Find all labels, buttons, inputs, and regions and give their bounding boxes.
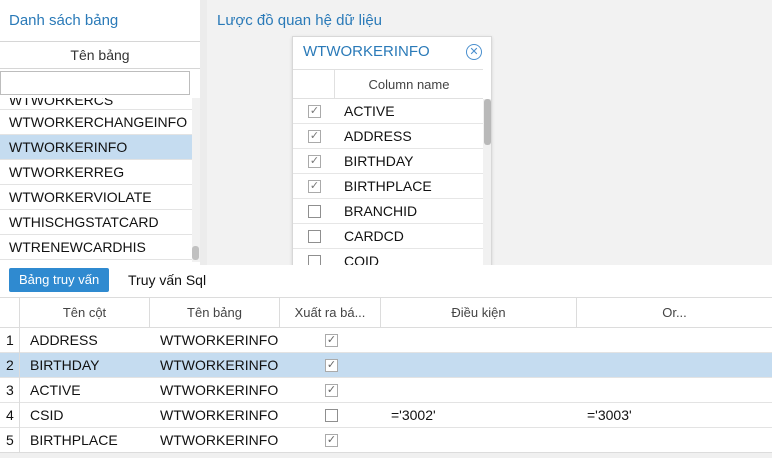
- export-header[interactable]: Xuất ra bá...: [280, 298, 381, 328]
- or-cell[interactable]: [587, 378, 767, 403]
- diagram-title: Lược đồ quan hệ dữ liệu: [217, 12, 383, 29]
- column-cell[interactable]: ACTIVE: [30, 378, 150, 403]
- or-header[interactable]: Or...: [577, 298, 772, 328]
- entity-column-list: ✓ ACTIVE ✓ ADDRESS ✓ BIRTHDAY ✓ BIRTHPLA…: [293, 99, 483, 281]
- entity-column-row: ✓ ACTIVE: [293, 99, 483, 124]
- entity-column-row: ✓ BIRTHPLACE: [293, 174, 483, 199]
- entity-card[interactable]: WTWORKERINFO ✕ Column name ✓ ACTIVE ✓ AD…: [292, 36, 492, 282]
- export-checkbox[interactable]: [325, 409, 338, 422]
- table-list: WTWORKERCS WTWORKERCHANGEINFO WTWORKERIN…: [0, 98, 192, 262]
- column-cell[interactable]: ADDRESS: [30, 328, 150, 353]
- condition-header[interactable]: Điều kiện: [381, 298, 577, 328]
- column-cell[interactable]: BIRTHDAY: [30, 353, 150, 378]
- column-checkbox[interactable]: ✓: [308, 105, 321, 118]
- entity-title: WTWORKERINFO: [303, 43, 430, 60]
- grid-row[interactable]: 5 BIRTHPLACE WTWORKERINFO ✓: [0, 428, 772, 453]
- row-number: 2: [0, 353, 20, 378]
- column-checkbox[interactable]: [308, 230, 321, 243]
- grid-horizontal-scrollbar[interactable]: [0, 452, 772, 458]
- table-list-item[interactable]: WTWORKERREG: [0, 160, 192, 185]
- table-cell[interactable]: WTWORKERINFO: [160, 403, 280, 428]
- table-list-item[interactable]: WTRENEWCARDHIS: [0, 235, 192, 260]
- table-list-item[interactable]: WTWORKERCS: [0, 98, 192, 110]
- column-cell[interactable]: BIRTHPLACE: [30, 428, 150, 453]
- table-name-header[interactable]: Tên bảng: [150, 298, 280, 328]
- table-list-scroll-thumb[interactable]: [192, 246, 199, 260]
- tab-query-sql[interactable]: Truy vấn Sql: [128, 268, 206, 292]
- column-name: BRANCHID: [344, 203, 418, 219]
- column-checkbox[interactable]: ✓: [308, 155, 321, 168]
- entity-scrollbar[interactable]: [483, 99, 491, 281]
- column-name-header: Column name: [368, 77, 450, 92]
- entity-scroll-thumb[interactable]: [484, 99, 491, 145]
- export-checkbox[interactable]: ✓: [325, 434, 338, 447]
- entity-column-row: BRANCHID: [293, 199, 483, 224]
- column-cell[interactable]: CSID: [30, 403, 150, 428]
- or-cell[interactable]: [587, 328, 767, 353]
- column-name: CARDCD: [344, 228, 404, 244]
- table-cell[interactable]: WTWORKERINFO: [160, 353, 280, 378]
- table-list-item[interactable]: WTHISCHGSTATCARD: [0, 210, 192, 235]
- table-list-item[interactable]: WTWORKERCHANGEINFO: [0, 110, 192, 135]
- query-tabs: Bảng truy vấn Truy vấn Sql: [0, 265, 772, 297]
- column-name: BIRTHDAY: [344, 153, 414, 169]
- column-checkbox[interactable]: ✓: [308, 180, 321, 193]
- column-checkbox[interactable]: ✓: [308, 130, 321, 143]
- column-name: ADDRESS: [344, 128, 412, 144]
- column-checkbox[interactable]: [308, 205, 321, 218]
- table-list-scrollbar[interactable]: [192, 98, 200, 262]
- or-cell[interactable]: [587, 353, 767, 378]
- export-checkbox[interactable]: ✓: [325, 334, 338, 347]
- grid-header-row: Tên cột Tên bảng Xuất ra bá... Điều kiện…: [0, 298, 772, 328]
- query-grid: Tên cột Tên bảng Xuất ra bá... Điều kiện…: [0, 297, 772, 458]
- table-cell[interactable]: WTWORKERINFO: [160, 428, 280, 453]
- table-list-item-selected[interactable]: WTWORKERINFO: [0, 135, 192, 160]
- grid-row[interactable]: 3 ACTIVE WTWORKERINFO ✓: [0, 378, 772, 403]
- condition-cell[interactable]: [391, 353, 571, 378]
- table-cell[interactable]: WTWORKERINFO: [160, 378, 280, 403]
- grid-row[interactable]: 1 ADDRESS WTWORKERINFO ✓: [0, 328, 772, 353]
- panel-splitter[interactable]: [200, 0, 207, 265]
- condition-cell[interactable]: [391, 428, 571, 453]
- export-checkbox[interactable]: ✓: [325, 359, 338, 372]
- condition-cell[interactable]: [391, 328, 571, 353]
- row-number: 4: [0, 403, 20, 428]
- table-list-item[interactable]: WTWORKERVIOLATE: [0, 185, 192, 210]
- table-list-column-header: Tên bảng: [0, 41, 200, 69]
- table-list-panel: Danh sách bảng Tên bảng WTWORKERCS WTWOR…: [0, 0, 200, 265]
- entity-column-row: CARDCD: [293, 224, 483, 249]
- close-icon[interactable]: ✕: [466, 44, 482, 60]
- entity-column-row: ✓ BIRTHDAY: [293, 149, 483, 174]
- entity-column-header: Column name: [293, 69, 483, 99]
- condition-cell[interactable]: [391, 378, 571, 403]
- row-number: 3: [0, 378, 20, 403]
- column-name-header[interactable]: Tên cột: [20, 298, 150, 328]
- condition-cell[interactable]: ='3002': [391, 403, 571, 428]
- grid-row-selected[interactable]: 2 BIRTHDAY WTWORKERINFO ✓: [0, 353, 772, 378]
- row-number: 1: [0, 328, 20, 353]
- export-checkbox[interactable]: ✓: [325, 384, 338, 397]
- or-cell[interactable]: ='3003': [587, 403, 767, 428]
- entity-column-row: ✓ ADDRESS: [293, 124, 483, 149]
- column-name: BIRTHPLACE: [344, 178, 432, 194]
- or-cell[interactable]: [587, 428, 767, 453]
- grid-row[interactable]: 4 CSID WTWORKERINFO ='3002' ='3003': [0, 403, 772, 428]
- row-number-header: [0, 298, 20, 328]
- table-filter-input[interactable]: [0, 71, 190, 95]
- tab-query-table[interactable]: Bảng truy vấn: [9, 268, 110, 292]
- table-cell[interactable]: WTWORKERINFO: [160, 328, 280, 353]
- table-list-title: Danh sách bảng: [9, 12, 119, 29]
- row-number: 5: [0, 428, 20, 453]
- column-name: ACTIVE: [344, 103, 395, 119]
